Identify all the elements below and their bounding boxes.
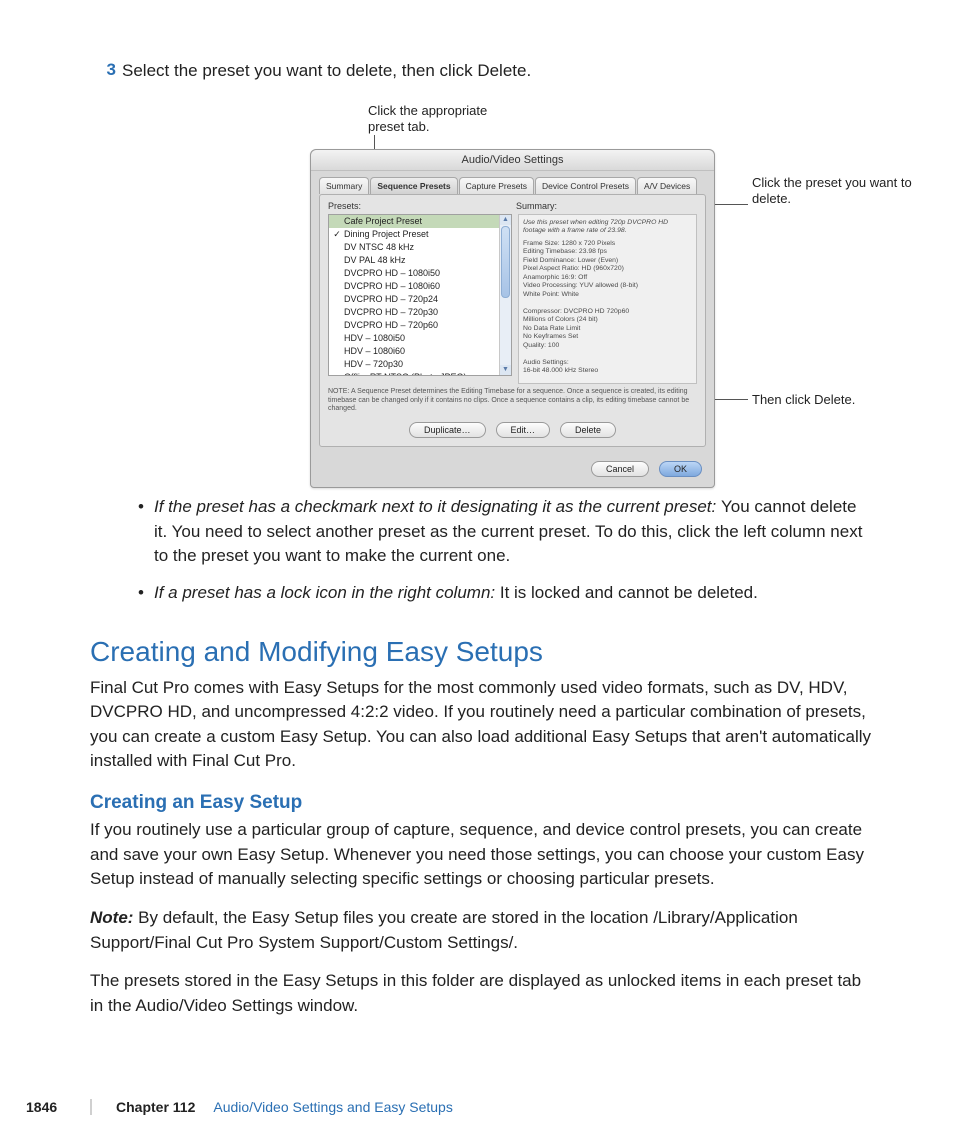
tab-a-v-devices[interactable]: A/V Devices (637, 177, 697, 194)
preset-row[interactable]: DVCPRO HD – 720p30🔒 (329, 306, 511, 319)
preset-row[interactable]: DV PAL 48 kHz🔒 (329, 254, 511, 267)
summary-line (523, 350, 692, 358)
duplicate-button[interactable]: Duplicate… (409, 422, 486, 438)
preset-row[interactable]: DVCPRO HD – 1080i50🔒 (329, 267, 511, 280)
preset-name: DVCPRO HD – 720p24 (342, 294, 498, 304)
subsection-p3: The presets stored in the Easy Setups in… (90, 969, 874, 1018)
preset-name: DVCPRO HD – 1080i50 (342, 268, 498, 278)
dialog-title: Audio/Video Settings (311, 150, 714, 171)
preset-row[interactable]: DV NTSC 48 kHz🔒 (329, 241, 511, 254)
callout-tab: Click the appropriate preset tab. (368, 103, 508, 134)
summary-line: Quality: 100 (523, 342, 692, 350)
panel: Presets: Summary: Cafe Project Preset✓Di… (319, 194, 706, 447)
preset-name: HDV – 1080i60 (342, 346, 498, 356)
preset-row[interactable]: HDV – 1080i60🔒 (329, 345, 511, 358)
preset-name: OfflineRT NTSC (Photo JPEG) (342, 372, 498, 375)
tab-summary[interactable]: Summary (319, 177, 369, 194)
page-footer: 1846 Chapter 112 Audio/Video Settings an… (90, 1099, 874, 1115)
preset-name: DVCPRO HD – 1080i60 (342, 281, 498, 291)
section-heading: Creating and Modifying Easy Setups (90, 636, 874, 668)
subsection-p1: If you routinely use a particular group … (90, 818, 874, 892)
preset-row[interactable]: ✓Dining Project Preset (329, 228, 511, 241)
preset-name: DVCPRO HD – 720p60 (342, 320, 498, 330)
bullet-list: If the preset has a checkmark next to it… (138, 495, 874, 606)
preset-row[interactable]: HDV – 720p30🔒 (329, 358, 511, 371)
summary-line: No Data Rate Limit (523, 325, 692, 333)
tab-sequence-presets[interactable]: Sequence Presets (370, 177, 457, 194)
summary-line: 16-bit 48.000 kHz Stereo (523, 367, 692, 375)
preset-name: DV NTSC 48 kHz (342, 242, 498, 252)
step-number: 3 (90, 60, 116, 83)
tab-bar: SummarySequence PresetsCapture PresetsDe… (311, 171, 714, 194)
chapter-title: Audio/Video Settings and Easy Setups (213, 1099, 452, 1115)
preset-row[interactable]: Cafe Project Preset (329, 215, 511, 228)
bullet-item: If a preset has a lock icon in the right… (138, 581, 874, 606)
subsection-heading: Creating an Easy Setup (90, 792, 874, 814)
checkmark-icon: ✓ (332, 229, 342, 240)
summary-line: Audio Settings: (523, 359, 692, 367)
edit-button[interactable]: Edit… (496, 422, 551, 438)
scroll-up-icon[interactable]: ▲ (500, 215, 511, 225)
preset-row[interactable]: DVCPRO HD – 1080i60🔒 (329, 280, 511, 293)
preset-row[interactable]: DVCPRO HD – 720p60🔒 (329, 319, 511, 332)
step-text: Select the preset you want to delete, th… (122, 60, 531, 83)
presets-label: Presets: (328, 201, 516, 211)
summary-line: Millions of Colors (24 bit) (523, 316, 692, 324)
callout-preset: Click the preset you want to delete. (752, 175, 922, 206)
summary-line: White Point: White (523, 291, 692, 299)
cancel-button[interactable]: Cancel (591, 461, 649, 477)
panel-note: NOTE: A Sequence Preset determines the E… (328, 388, 697, 414)
step-3: 3 Select the preset you want to delete, … (90, 60, 874, 83)
summary-line: Field Dominance: Lower (Even) (523, 257, 692, 265)
preset-name: Dining Project Preset (342, 229, 508, 239)
note-label: Note: (90, 908, 138, 927)
chapter-label: Chapter 112 (116, 1099, 195, 1115)
tab-capture-presets[interactable]: Capture Presets (459, 177, 534, 194)
note-text: By default, the Easy Setup files you cre… (90, 908, 798, 952)
preset-row[interactable]: OfflineRT NTSC (Photo JPEG)🔒 (329, 371, 511, 375)
scrollbar[interactable]: ▲ ▼ (499, 215, 511, 375)
summary-intro: Use this preset when editing 720p DVCPRO… (523, 219, 692, 236)
page-number: 1846 (26, 1099, 57, 1115)
summary-line: Anamorphic 16:9: Off (523, 274, 692, 282)
presets-listbox[interactable]: Cafe Project Preset✓Dining Project Prese… (328, 214, 512, 376)
preset-name: DV PAL 48 kHz (342, 255, 498, 265)
preset-row[interactable]: HDV – 1080i50🔒 (329, 332, 511, 345)
section-intro: Final Cut Pro comes with Easy Setups for… (90, 676, 874, 775)
scroll-down-icon[interactable]: ▼ (500, 365, 511, 375)
preset-row[interactable]: DVCPRO HD – 720p24🔒 (329, 293, 511, 306)
bullet-item: If the preset has a checkmark next to it… (138, 495, 874, 569)
bullet-lead: If the preset has a checkmark next to it… (154, 497, 721, 516)
figure: Click the appropriate preset tab. Click … (130, 103, 874, 473)
summary-line (523, 299, 692, 307)
summary-label: Summary: (516, 201, 557, 211)
tab-device-control-presets[interactable]: Device Control Presets (535, 177, 636, 194)
summary-line: Pixel Aspect Ratio: HD (960x720) (523, 265, 692, 273)
bullet-lead: If a preset has a lock icon in the right… (154, 583, 500, 602)
note-paragraph: Note: By default, the Easy Setup files y… (90, 906, 874, 955)
callout-delete: Then click Delete. (752, 392, 922, 408)
ok-button[interactable]: OK (659, 461, 702, 477)
scroll-thumb[interactable] (501, 226, 510, 298)
summary-line: No Keyframes Set (523, 333, 692, 341)
preset-name: HDV – 720p30 (342, 359, 498, 369)
audio-video-settings-dialog: Audio/Video Settings SummarySequence Pre… (310, 149, 715, 488)
preset-name: Cafe Project Preset (342, 216, 508, 226)
bullet-rest: It is locked and cannot be deleted. (500, 583, 758, 602)
summary-line: Video Processing: YUV allowed (8-bit) (523, 282, 692, 290)
summary-line: Compressor: DVCPRO HD 720p60 (523, 308, 692, 316)
preset-name: DVCPRO HD – 720p30 (342, 307, 498, 317)
preset-name: HDV – 1080i50 (342, 333, 498, 343)
summary-box: Use this preset when editing 720p DVCPRO… (518, 214, 697, 384)
delete-button[interactable]: Delete (560, 422, 616, 438)
summary-line: Frame Size: 1280 x 720 Pixels (523, 240, 692, 248)
summary-line: Editing Timebase: 23.98 fps (523, 248, 692, 256)
